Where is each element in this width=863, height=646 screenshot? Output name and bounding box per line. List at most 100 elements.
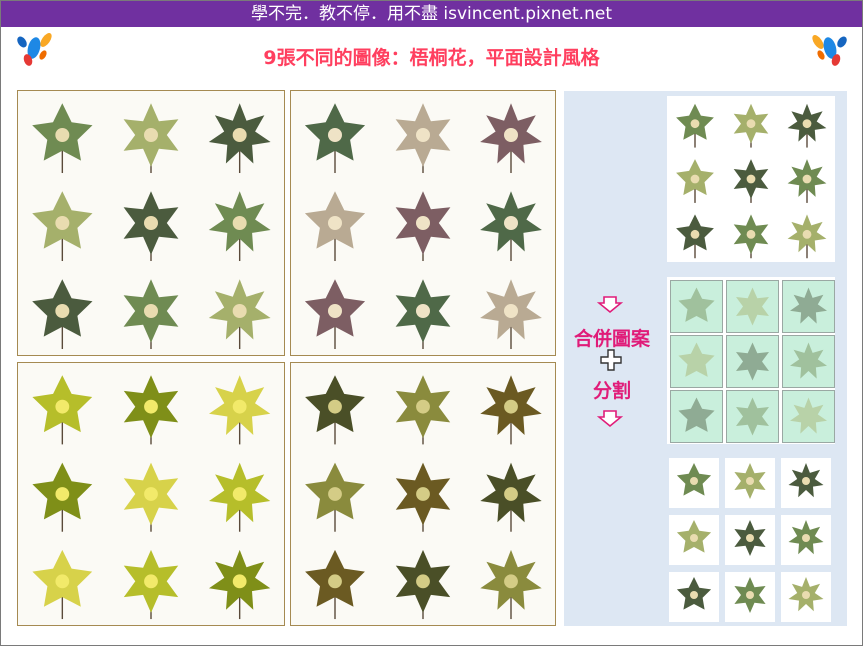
leaf-motif (480, 375, 542, 445)
leaf-shape (678, 397, 715, 432)
merged-leaf (736, 397, 769, 436)
split-leaf (734, 520, 766, 556)
leaf-motif (395, 549, 451, 620)
split-leaf (734, 463, 766, 499)
leaf-motif (32, 375, 93, 445)
flower-center (232, 574, 247, 589)
leaf-shape (736, 397, 769, 436)
header-banner: 學不完．教不停．用不盡 isvincent.pixnet.net (1, 1, 862, 27)
leaf-shape (790, 287, 827, 324)
leaf-motif (480, 103, 542, 174)
merged-leaf (678, 397, 715, 432)
flower-center (144, 574, 158, 589)
leaf-grid-bottom-left (32, 375, 271, 620)
flower-center (232, 487, 247, 501)
down-arrow-icon (597, 410, 623, 428)
leaf-motif (32, 279, 93, 350)
flower-center (55, 399, 70, 414)
panel-bottom-right (290, 362, 556, 626)
source-thumbnail (667, 96, 835, 262)
flower-center (232, 216, 247, 230)
down-arrow-icon (597, 296, 623, 314)
merged-tile (670, 335, 723, 388)
leaf-shape (736, 342, 769, 381)
split-leaf (676, 577, 712, 610)
merged-pattern-grid (667, 277, 835, 444)
merged-leaf (790, 287, 827, 324)
split-leaf (676, 463, 712, 496)
flower-center (504, 399, 518, 414)
flower-center (416, 216, 430, 230)
leaf-shape (790, 397, 827, 434)
leaf-motif (480, 549, 542, 620)
flower-center (328, 399, 342, 414)
flower-center (746, 534, 754, 542)
split-tile (781, 458, 831, 508)
flower-center (55, 216, 70, 230)
flower-center (504, 128, 518, 142)
leaf-motif (305, 462, 365, 532)
merged-tile (782, 280, 835, 333)
plus-icon (600, 349, 622, 371)
leaf-shape (678, 342, 715, 377)
flower-center (144, 216, 158, 230)
leaf-motif (395, 462, 451, 532)
leaf-motif (123, 191, 179, 262)
flower-center (746, 119, 756, 129)
leaf-motif (787, 159, 827, 203)
leaf-motif (208, 279, 271, 350)
leaf-motif (304, 103, 366, 174)
merged-tile (726, 390, 779, 443)
leaf-motif (208, 103, 271, 174)
flower-center (328, 487, 342, 501)
split-tile (725, 515, 775, 565)
leaf-motif (787, 103, 827, 148)
flower-center (690, 534, 698, 542)
split-leaf (734, 577, 766, 613)
leaf-shape (678, 287, 715, 322)
leaf-motif (304, 279, 366, 350)
flower-center (328, 574, 342, 589)
flower-center (504, 216, 518, 230)
flower-center (55, 304, 70, 318)
flower-center (802, 119, 812, 129)
page-title: 9張不同的圖像：梧桐花，平面設計風格 (263, 47, 600, 69)
merged-leaf (736, 287, 769, 326)
split-leaf (676, 520, 712, 553)
flower-center (55, 574, 70, 589)
merged-tile (670, 280, 723, 333)
leaf-motif (480, 279, 542, 350)
flower-center (690, 119, 700, 129)
flower-center (746, 174, 756, 184)
flower-center (232, 399, 247, 414)
merged-tile (782, 390, 835, 443)
split-tile (725, 458, 775, 508)
leaf-motif (123, 549, 179, 620)
leaf-motif (123, 103, 179, 174)
flower-center (144, 128, 158, 142)
panel-top-right (290, 90, 556, 356)
leaf-grid-bottom-right (305, 375, 542, 620)
flower-center (416, 128, 430, 142)
merged-leaf (736, 342, 769, 381)
leaf-motif (123, 462, 179, 532)
leaf-motif (208, 191, 271, 262)
flower-center (55, 487, 70, 501)
leaf-motif (480, 191, 542, 262)
split-tile (725, 572, 775, 622)
flower-center (746, 591, 754, 599)
split-tile (781, 515, 831, 565)
flower-center (690, 477, 698, 485)
leaf-motif (305, 549, 365, 620)
flower-center (802, 174, 812, 184)
leaf-motif (676, 103, 714, 148)
split-label: 分割 (592, 380, 631, 402)
split-leaf (788, 577, 824, 612)
flower-center (802, 229, 812, 239)
flower-center (690, 174, 700, 184)
flower-center (416, 304, 430, 318)
flower-center (802, 534, 810, 542)
leaf-motif (676, 214, 714, 259)
flower-center (504, 574, 518, 589)
flower-center (416, 487, 430, 501)
